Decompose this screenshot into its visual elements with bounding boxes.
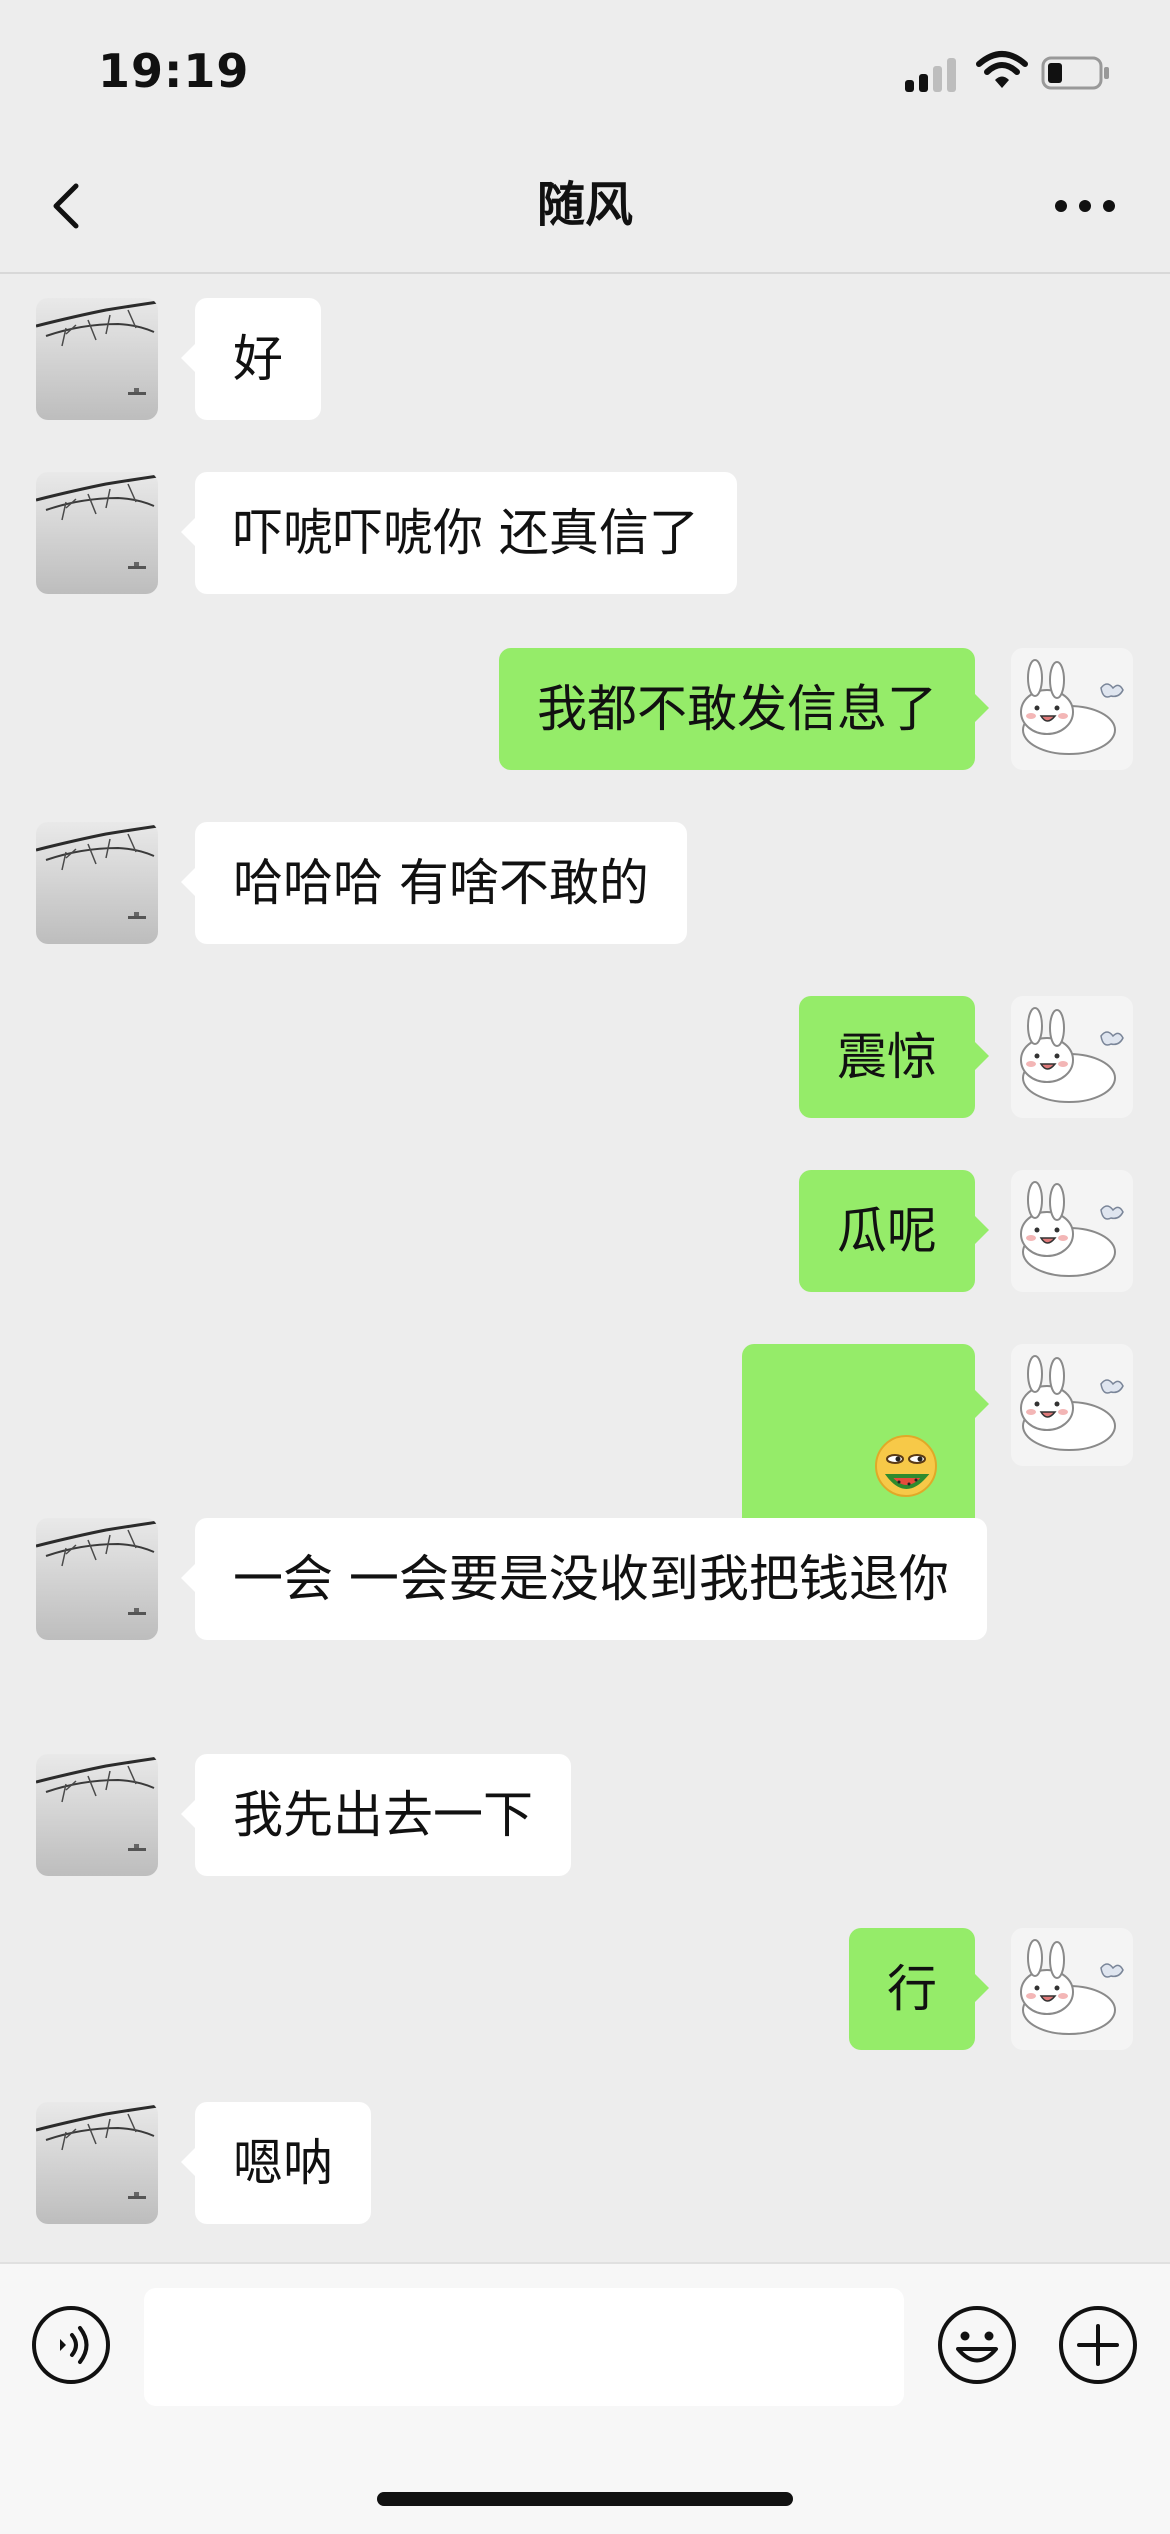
message-bubble[interactable]: 一会 一会要是没收到我把钱退你 [181, 1518, 987, 1640]
contact-avatar[interactable] [36, 822, 158, 944]
my-avatar[interactable] [1011, 648, 1133, 770]
contact-avatar[interactable] [36, 1518, 158, 1640]
status-bar: 19:19 [0, 0, 1170, 140]
voice-icon [32, 2306, 110, 2384]
message-bubble[interactable]: 好 [181, 298, 321, 420]
message-bubble[interactable]: 瓜呢 [799, 1170, 989, 1292]
chevron-left-icon [53, 183, 79, 229]
message-bubble[interactable]: 我先出去一下 [181, 1754, 571, 1876]
home-indicator [377, 2492, 793, 2506]
more-button[interactable] [1048, 174, 1122, 238]
message-input[interactable] [144, 2288, 904, 2406]
my-avatar[interactable] [1011, 996, 1133, 1118]
contact-avatar[interactable] [36, 2102, 158, 2224]
message-bubble[interactable]: 我都不敢发信息了 [499, 648, 989, 770]
message-bubble[interactable]: 行 [849, 1928, 989, 2050]
message-bubble[interactable]: 吓唬吓唬你 还真信了 [181, 472, 737, 594]
contact-avatar[interactable] [36, 472, 158, 594]
input-bar [0, 2262, 1170, 2534]
contact-avatar[interactable] [36, 298, 158, 420]
battery-icon [1041, 56, 1109, 90]
message-bubble[interactable]: 嗯呐 [181, 2102, 371, 2224]
my-avatar[interactable] [1011, 1928, 1133, 2050]
plus-circle-icon [1059, 2306, 1137, 2384]
contact-avatar[interactable] [36, 1754, 158, 1876]
back-button[interactable] [38, 174, 102, 238]
chat-title: 随风 [536, 177, 633, 233]
plus-button[interactable] [1057, 2304, 1139, 2386]
status-time: 19:19 [98, 44, 250, 98]
cellular-signal-icon [905, 56, 957, 92]
emoji-button[interactable] [936, 2304, 1018, 2386]
message-bubble[interactable]: 哈哈哈 有啥不敢的 [181, 822, 687, 944]
chat-header: 随风 [0, 140, 1170, 274]
my-avatar[interactable] [1011, 1170, 1133, 1292]
more-dots-icon [1055, 200, 1115, 212]
voice-button[interactable] [30, 2304, 112, 2386]
message-bubble[interactable]: 震惊 [799, 996, 989, 1118]
wifi-icon [976, 51, 1028, 88]
message-list[interactable]: 好 吓唬吓唬你 还真信了 我都不敢发信息了 哈哈哈 有啥不敢的 震惊 瓜呢 一会… [0, 272, 1170, 2262]
smiley-icon [938, 2306, 1016, 2384]
eating-melon-emoji-icon [875, 1435, 937, 1497]
my-avatar[interactable] [1011, 1344, 1133, 1466]
